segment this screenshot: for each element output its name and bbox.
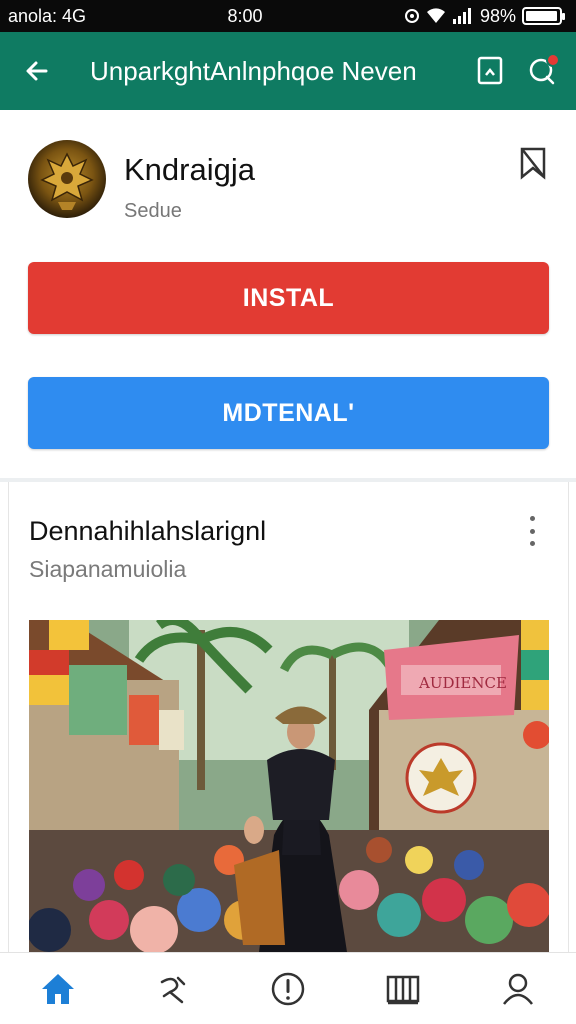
install-button[interactable]: INSTAL [28,262,549,334]
signal-icon [452,8,471,24]
notification-dot [546,53,560,67]
nav-profile[interactable] [488,959,548,1019]
more-options-button[interactable] [522,516,542,546]
home-icon [41,973,74,1004]
battery-icon [521,7,565,25]
post-card: Dennahihlahslarignl Siapanamuiolia AUDIE… [8,482,569,952]
banner-text: AUDIENCE [418,674,507,692]
library-icon [386,975,420,1004]
status-bar: anola: 4G 8:00 98% [0,0,576,32]
alarm-icon [404,9,419,23]
status-icons: 98% [404,5,565,27]
nav-explore[interactable] [143,959,203,1019]
explore-icon [160,976,186,1003]
clock: 8:00 [227,5,263,26]
kebab-dot [529,516,535,521]
chat-button[interactable] [522,51,562,91]
post-subtitle: Siapanamuiolia [29,556,187,582]
nav-alerts[interactable] [258,959,318,1019]
secondary-action-button[interactable]: MDTENAL' [28,377,549,449]
save-button[interactable] [470,51,510,91]
nav-library[interactable] [373,959,433,1019]
app-logo [28,140,106,218]
post-title: Dennahihlahslarignl [29,516,267,546]
app-name: Kndraigja [124,152,255,187]
post-photo[interactable]: AUDIENCE [29,620,549,952]
app-bar-title: UnparkghtAnlnphqoe Neven [90,55,417,86]
back-arrow-icon [26,61,48,81]
market-crowd-image: AUDIENCE [29,620,549,952]
app-header: Kndraigja Sedue INSTAL MDTENAL' [0,110,576,480]
bottom-nav [0,952,576,1024]
wifi-icon [426,8,445,23]
wishlist-button[interactable] [518,146,550,182]
bookmark-icon [477,56,503,85]
profile-icon [503,973,534,1005]
nav-home[interactable] [28,959,88,1019]
bookmark-outline-icon [520,147,546,180]
app-bar: UnparkghtAnlnphqoe Neven [0,32,576,110]
back-button[interactable] [22,56,52,86]
kebab-dot [529,528,535,534]
carrier-label: anola: 4G [8,5,87,26]
battery-percent: 98% [479,5,516,26]
alert-icon [271,972,305,1005]
app-developer: Sedue [124,200,182,222]
garuda-emblem-icon [40,152,94,210]
kebab-dot [529,541,535,546]
